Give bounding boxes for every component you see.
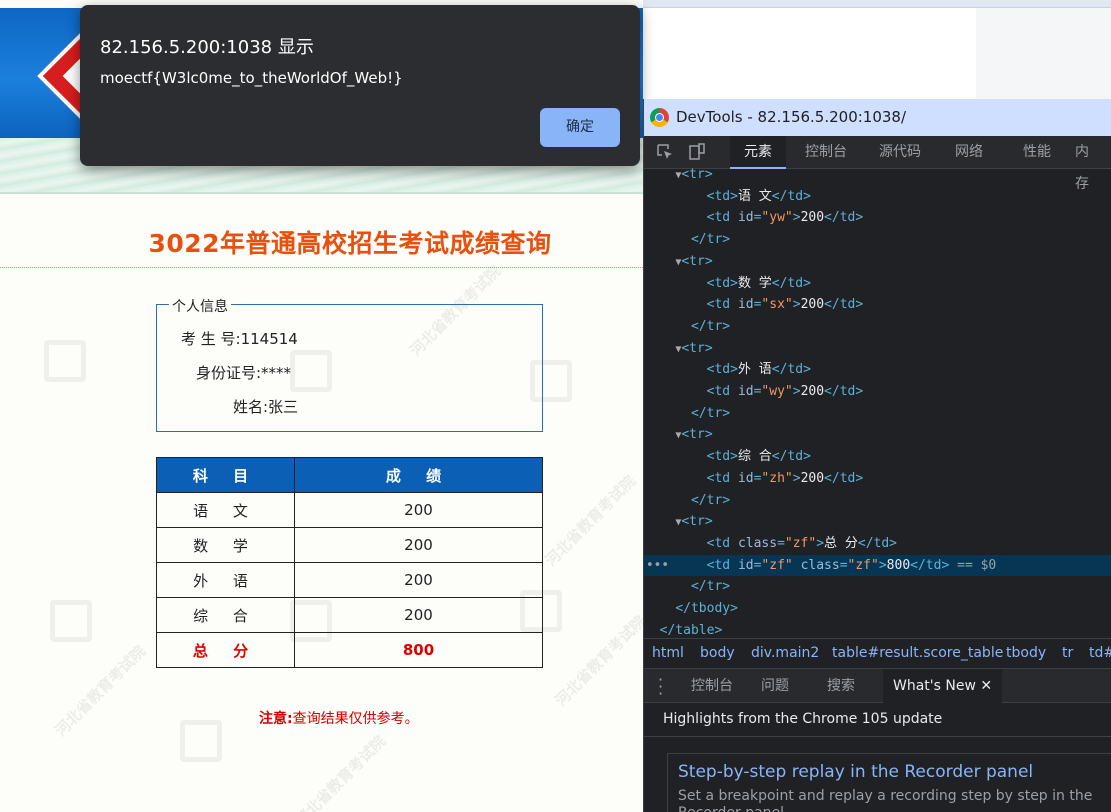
dom-node-line[interactable]: </tr> bbox=[644, 576, 1111, 598]
more-options-icon[interactable]: ••• bbox=[646, 555, 669, 577]
column-header-subject: 科 目 bbox=[156, 457, 295, 493]
alert-title: 82.156.5.200:1038 显示 bbox=[100, 37, 314, 58]
breadcrumb-item[interactable]: td# bbox=[1089, 645, 1111, 661]
dom-node-line[interactable]: <td>外 语</td> bbox=[644, 359, 1111, 381]
dom-node-line[interactable]: </tr> bbox=[644, 316, 1111, 338]
dom-node-line[interactable]: ▼<tr> bbox=[644, 251, 1111, 273]
dom-node-line[interactable]: <td class="zf">总 分</td> bbox=[644, 533, 1111, 555]
drawer-tab-bar: · · · 控制台 问题 搜索 What's New ✕ bbox=[644, 669, 1111, 703]
dom-node-line[interactable]: <td>综 合</td> bbox=[644, 446, 1111, 468]
watermark-logo-icon bbox=[50, 600, 92, 642]
student-name: 姓名:张三 bbox=[233, 398, 299, 416]
alert-dialog: 82.156.5.200:1038 显示 moectf{W3lc0me_to_t… bbox=[80, 5, 640, 166]
watermark-text: 河北省教育考试院 bbox=[541, 472, 640, 570]
table-row: 外 语 200 bbox=[156, 562, 543, 598]
dom-node-line[interactable]: ▼<tr> bbox=[644, 164, 1111, 186]
table-row: 数 学 200 bbox=[156, 527, 543, 563]
subject-cell: 综 合 bbox=[156, 597, 295, 633]
dom-node-line[interactable]: </tr> bbox=[644, 229, 1111, 251]
dom-node-line[interactable]: ▼<tr> bbox=[644, 338, 1111, 360]
column-header-score: 成 绩 bbox=[294, 457, 543, 493]
devtools-window: DevTools - 82.156.5.200:1038/ 元素 控制台 源代码… bbox=[643, 99, 1111, 812]
chrome-icon bbox=[650, 108, 669, 127]
notice-body: 查询结果仅供参考。 bbox=[292, 711, 419, 727]
card-text: Set a breakpoint and replay a recording … bbox=[678, 788, 1093, 812]
card-title[interactable]: Step-by-step replay in the Recorder pane… bbox=[678, 762, 1033, 782]
whats-new-card[interactable]: Step-by-step replay in the Recorder pane… bbox=[667, 753, 1111, 812]
exam-number: 考 生 号:114514 bbox=[181, 330, 298, 348]
devtools-title: DevTools - 82.156.5.200:1038/ bbox=[676, 108, 907, 126]
total-score-cell: 800 bbox=[294, 632, 543, 668]
close-icon[interactable]: ✕ bbox=[980, 678, 992, 694]
dom-node-line[interactable]: ▼<tr> bbox=[644, 511, 1111, 533]
dom-node-line[interactable]: ▼<tr> bbox=[644, 424, 1111, 446]
total-label-cell: 总 分 bbox=[156, 632, 295, 668]
personal-info-box: 个人信息 考 生 号:114514 身份证号:**** 姓名:张三 bbox=[156, 296, 543, 432]
dom-node-line[interactable]: <td id="wy">200</td> bbox=[644, 381, 1111, 403]
id-number: 身份证号:**** bbox=[196, 364, 292, 382]
total-row: 总 分 800 bbox=[156, 632, 543, 668]
breadcrumb-item[interactable]: html bbox=[652, 645, 684, 661]
device-toolbar-icon[interactable] bbox=[688, 143, 706, 161]
alert-ok-button[interactable]: 确定 bbox=[540, 108, 620, 147]
watermark-text: 河北省教育考试院 bbox=[291, 732, 390, 812]
breadcrumb: html body div.main2 table#result.score_t… bbox=[644, 638, 1111, 669]
dom-node-line-selected[interactable]: ••• <td id="zf" class="zf">800</td> == $… bbox=[644, 554, 1111, 577]
drawer-tab-search[interactable]: 搜索 bbox=[817, 669, 865, 703]
title-divider bbox=[0, 267, 643, 268]
table-row: 综 合 200 bbox=[156, 597, 543, 633]
elements-tree[interactable]: ▼<tr> <td>语 文</td> <td id="yw">200</td> … bbox=[644, 167, 1111, 638]
watermark-text: 河北省教育考试院 bbox=[51, 642, 150, 740]
breadcrumb-item[interactable]: tbody bbox=[1006, 645, 1046, 661]
breadcrumb-item[interactable]: table#result.score_table bbox=[832, 645, 1003, 661]
table-header-row: 科 目 成 绩 bbox=[156, 457, 543, 493]
dom-node-line[interactable]: </tr> bbox=[644, 490, 1111, 512]
watermark-text: 河北省教育考试院 bbox=[551, 612, 643, 710]
page-title: 3022年普通高校招生考试成绩查询 bbox=[148, 229, 552, 258]
subject-cell: 数 学 bbox=[156, 527, 295, 563]
header-banner-right bbox=[976, 8, 1111, 100]
breadcrumb-item[interactable]: tr bbox=[1062, 645, 1073, 661]
notice-label: 注意: bbox=[259, 711, 293, 727]
dom-node-line[interactable]: <td id="sx">200</td> bbox=[644, 294, 1111, 316]
score-cell: 200 bbox=[294, 527, 543, 563]
drawer-tab-console[interactable]: 控制台 bbox=[681, 669, 743, 703]
score-cell: 200 bbox=[294, 562, 543, 598]
dom-node-line[interactable]: <td id="zh">200</td> bbox=[644, 468, 1111, 490]
breadcrumb-item[interactable]: div.main2 bbox=[751, 645, 819, 661]
drawer-tab-label: What's New bbox=[893, 678, 976, 694]
score-table: 科 目 成 绩 语 文 200 数 学 200 外 语 200 综 合 200 … bbox=[156, 457, 543, 668]
score-cell: 200 bbox=[294, 597, 543, 633]
subject-cell: 语 文 bbox=[156, 492, 295, 528]
personal-info-legend: 个人信息 bbox=[169, 296, 231, 316]
dom-node-line[interactable]: </tr> bbox=[644, 403, 1111, 425]
alert-message: moectf{W3lc0me_to_theWorldOf_Web!} bbox=[100, 69, 403, 87]
score-cell: 200 bbox=[294, 492, 543, 528]
breadcrumb-item[interactable]: body bbox=[700, 645, 735, 661]
dom-node-line[interactable]: <td>数 学</td> bbox=[644, 273, 1111, 295]
inspect-element-icon[interactable] bbox=[656, 143, 674, 161]
watermark-logo-icon bbox=[44, 340, 86, 382]
watermark-logo-icon bbox=[180, 720, 222, 762]
dom-node-line[interactable]: <td>语 文</td> bbox=[644, 186, 1111, 208]
highlights-heading: Highlights from the Chrome 105 update bbox=[663, 711, 943, 727]
drawer-tab-whats-new[interactable]: What's New ✕ bbox=[883, 669, 1003, 703]
dom-node-line[interactable]: </tbody> bbox=[644, 598, 1111, 620]
table-row: 语 文 200 bbox=[156, 492, 543, 528]
more-tools-icon[interactable]: · · · bbox=[658, 672, 663, 702]
drawer-tab-issues[interactable]: 问题 bbox=[751, 669, 799, 703]
subject-cell: 外 语 bbox=[156, 562, 295, 598]
notice-text: 注意:查询结果仅供参考。 bbox=[259, 708, 419, 728]
devtools-titlebar: DevTools - 82.156.5.200:1038/ bbox=[644, 99, 1111, 136]
dom-node-line[interactable]: <td id="yw">200</td> bbox=[644, 207, 1111, 229]
selected-node-marker: == $0 bbox=[957, 557, 997, 573]
divider bbox=[644, 736, 1111, 737]
